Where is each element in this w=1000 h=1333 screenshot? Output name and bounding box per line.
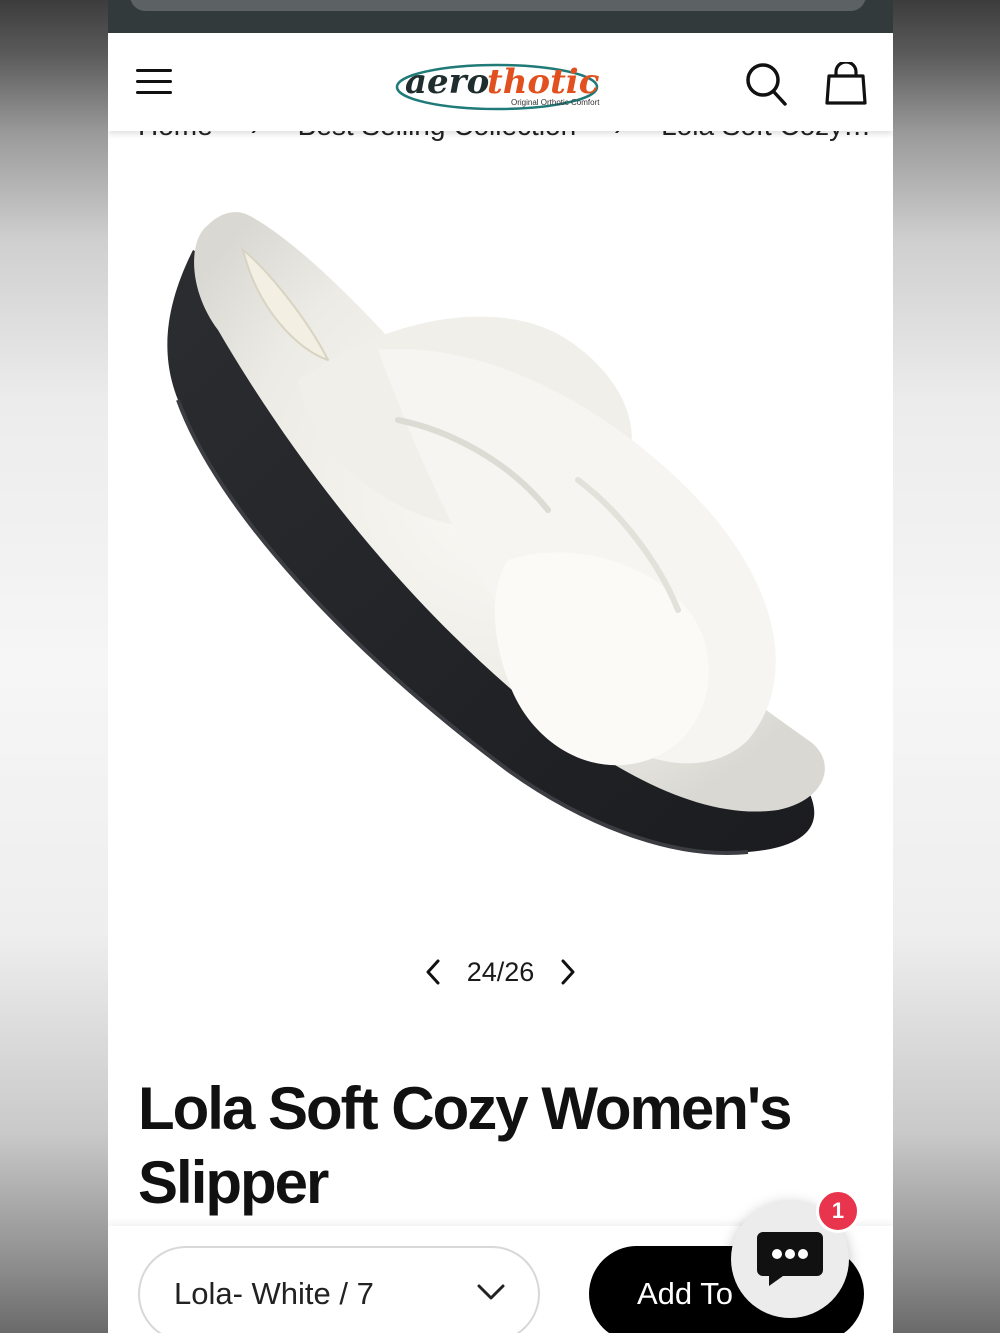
browser-address-bar (108, 0, 893, 33)
chevron-left-icon[interactable] (419, 958, 447, 986)
image-pager: 24/26 (108, 950, 893, 994)
background-blur-right (892, 0, 1000, 1333)
chat-icon (757, 1232, 823, 1286)
variant-select[interactable]: Lola- White / 7 (138, 1246, 540, 1333)
chevron-down-icon (477, 1284, 505, 1300)
product-title: Lola Soft Cozy Women's Slipper (138, 1075, 793, 1216)
add-to-cart-label: Add To (637, 1276, 733, 1311)
chevron-right-icon[interactable] (554, 958, 582, 986)
url-field[interactable] (130, 0, 866, 11)
search-icon[interactable] (744, 61, 788, 107)
brand-logo[interactable]: aero thotic Original Orthotic Comfort (393, 55, 608, 111)
brand-name-thotic: thotic (487, 62, 600, 102)
bag-icon[interactable] (824, 62, 868, 106)
site-header: aero thotic Original Orthotic Comfort (108, 33, 893, 131)
chat-notification-badge: 1 (816, 1189, 860, 1233)
brand-tagline: Original Orthotic Comfort (511, 98, 600, 107)
background-blur-left (0, 0, 108, 1333)
brand-name-aero: aero (405, 62, 489, 102)
product-image[interactable] (148, 180, 868, 880)
image-counter: 24/26 (466, 956, 535, 987)
menu-icon[interactable] (136, 67, 172, 97)
variant-value: Lola- White / 7 (174, 1276, 374, 1311)
mobile-page: aero thotic Original Orthotic Comfort Ho… (108, 0, 893, 1333)
